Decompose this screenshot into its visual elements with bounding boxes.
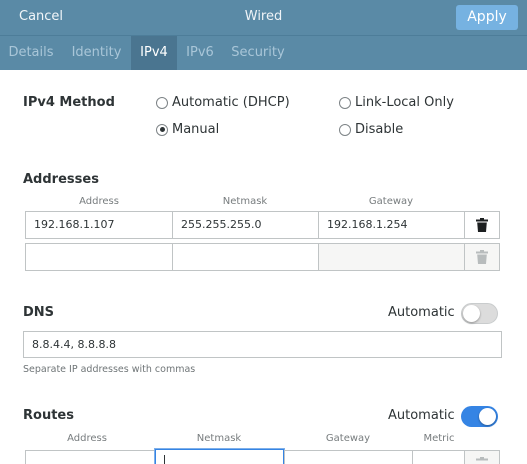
routes-automatic-toggle[interactable] <box>461 406 498 427</box>
addresses-label: Addresses <box>23 172 99 187</box>
text-cursor <box>164 455 165 464</box>
routes-col-gateway: Gateway <box>325 433 371 444</box>
delete-address-button[interactable] <box>464 211 500 239</box>
dialog-title: Wired <box>244 9 283 24</box>
trash-icon <box>476 218 488 232</box>
addresses-col-netmask: Netmask <box>222 196 268 207</box>
routes-col-metric: Metric <box>423 433 455 444</box>
dns-automatic-label: Automatic <box>388 305 455 320</box>
header-bar: Cancel Wired Apply <box>0 0 527 35</box>
tab-ipv4[interactable]: IPv4 <box>131 36 177 70</box>
route-netmask-field[interactable] <box>155 449 284 464</box>
route-gateway-field[interactable] <box>284 450 413 464</box>
radio-dot-link-local <box>339 96 351 109</box>
radio-label-link-local: Link-Local Only <box>355 95 454 110</box>
addresses-col-gateway: Gateway <box>368 196 414 207</box>
ipv4-method-label: IPv4 Method <box>23 95 115 110</box>
dns-label: DNS <box>23 305 55 320</box>
trash-icon <box>476 457 488 461</box>
routes-col-netmask: Netmask <box>196 433 242 444</box>
routes-automatic-label: Automatic <box>388 408 455 423</box>
toggle-knob <box>463 305 480 322</box>
radio-automatic-dhcp[interactable]: Automatic (DHCP) <box>156 95 290 110</box>
dns-automatic-toggle[interactable] <box>461 303 498 324</box>
radio-dot-disable <box>339 123 351 136</box>
tab-bar: Details Identity IPv4 IPv6 Security <box>0 35 527 70</box>
routes-label: Routes <box>23 408 74 423</box>
routes-col-address: Address <box>67 433 107 444</box>
trash-icon-disabled <box>476 250 488 264</box>
radio-dot-manual <box>156 123 168 136</box>
apply-button[interactable]: Apply <box>456 5 518 30</box>
radio-dot-automatic-dhcp <box>156 96 168 109</box>
radio-manual[interactable]: Manual <box>156 122 219 137</box>
tab-security[interactable]: Security <box>223 36 293 70</box>
delete-route-button[interactable] <box>464 450 500 464</box>
tab-details[interactable]: Details <box>0 36 62 70</box>
radio-link-local-only[interactable]: Link-Local Only <box>339 95 454 110</box>
radio-label-disable: Disable <box>355 122 404 137</box>
radio-label-manual: Manual <box>172 122 220 137</box>
tab-ipv6[interactable]: IPv6 <box>177 36 223 70</box>
route-address-field[interactable] <box>25 450 156 464</box>
radio-disable[interactable]: Disable <box>339 122 403 137</box>
netmask-field-empty[interactable] <box>172 243 319 271</box>
gateway-field-empty[interactable] <box>318 243 465 271</box>
dns-servers-field[interactable]: 8.8.4.4, 8.8.8.8 <box>23 331 502 358</box>
address-field[interactable]: 192.168.1.107 <box>25 211 173 239</box>
addresses-col-address: Address <box>79 196 119 207</box>
dns-hint: Separate IP addresses with commas <box>23 364 196 375</box>
toggle-knob <box>479 408 496 425</box>
delete-address-button-disabled <box>464 243 500 271</box>
gateway-field[interactable]: 192.168.1.254 <box>318 211 465 239</box>
netmask-field[interactable]: 255.255.255.0 <box>172 211 319 239</box>
address-field-empty[interactable] <box>25 243 173 271</box>
tab-identity[interactable]: Identity <box>62 36 131 70</box>
radio-label-automatic-dhcp: Automatic (DHCP) <box>172 95 290 110</box>
route-metric-field[interactable] <box>412 450 465 464</box>
